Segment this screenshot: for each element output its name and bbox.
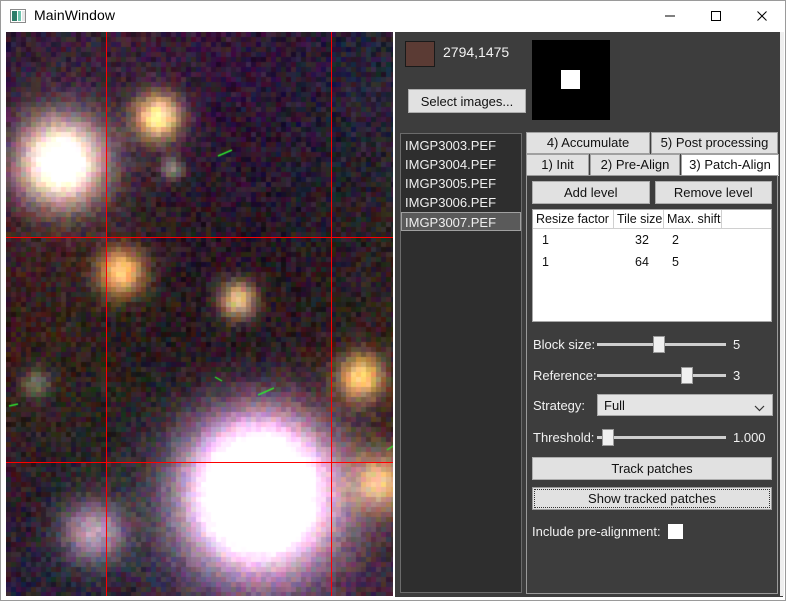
crosshair-vertical-1	[106, 32, 107, 596]
threshold-label: Threshold:	[533, 429, 595, 445]
table-row[interactable]: 1 32 2	[533, 229, 771, 251]
include-prealignment-row: Include pre-alignment:	[532, 521, 772, 541]
tab-row-top: 4) Accumulate 5) Post processing	[526, 132, 779, 154]
column-header-blank	[722, 210, 771, 228]
show-tracked-patches-button[interactable]: Show tracked patches	[532, 487, 772, 510]
cell-max-shift: 5	[672, 255, 679, 269]
list-item[interactable]: IMGP3005.PEF	[401, 174, 521, 193]
threshold-value: 1.000	[733, 429, 766, 445]
cell-tile-size: 64	[635, 255, 649, 269]
block-size-label: Block size:	[533, 336, 596, 352]
track-patches-button[interactable]: Track patches	[532, 457, 772, 480]
tab-patch-align[interactable]: 3) Patch-Align	[681, 154, 779, 176]
cell-tile-size: 32	[635, 233, 649, 247]
starfield-canvas	[6, 32, 393, 596]
column-header-max-shift: Max. shift	[664, 210, 722, 228]
picture-icon	[10, 9, 26, 23]
remove-level-button[interactable]: Remove level	[654, 181, 772, 204]
crosshair-horizontal-2	[6, 462, 393, 463]
column-header-tile-size: Tile size	[614, 210, 664, 228]
cursor-coordinates: 2794,1475	[443, 44, 510, 60]
table-header-row: Resize factor Tile size Max. shift	[533, 210, 771, 229]
add-level-button[interactable]: Add level	[532, 181, 650, 204]
select-images-button[interactable]: Select images...	[408, 89, 526, 113]
list-item[interactable]: IMGP3006.PEF	[401, 193, 521, 212]
list-item[interactable]: IMGP3003.PEF	[401, 136, 521, 155]
cell-resize-factor: 1	[542, 255, 549, 269]
reference-field: Reference: 3	[533, 364, 773, 386]
reference-slider[interactable]	[597, 366, 726, 384]
title-bar: MainWindow	[1, 1, 785, 31]
main-window: MainWindow 2794,1475 Select images... IM…	[0, 0, 786, 601]
tab-accumulate[interactable]: 4) Accumulate	[526, 132, 650, 154]
minimize-button[interactable]	[647, 1, 693, 31]
level-buttons: Add level Remove level	[532, 181, 772, 204]
maximize-button[interactable]	[693, 1, 739, 31]
control-panel: 2794,1475 Select images... IMGP3003.PEF …	[395, 32, 783, 597]
block-size-field: Block size: 5	[533, 333, 773, 355]
viewport-marker	[561, 70, 580, 89]
slider-track	[597, 436, 726, 439]
crosshair-horizontal-1	[6, 237, 393, 238]
reference-value: 3	[733, 367, 741, 383]
chevron-down-icon	[754, 400, 765, 415]
column-header-resize-factor: Resize factor	[533, 210, 614, 228]
list-item[interactable]: IMGP3004.PEF	[401, 155, 521, 174]
color-swatch	[405, 41, 435, 67]
crosshair-vertical-2	[331, 32, 332, 596]
navigation-thumbnail[interactable]	[532, 40, 610, 120]
close-button[interactable]	[739, 1, 785, 31]
tab-row-bottom: 1) Init 2) Pre-Align 3) Patch-Align	[526, 154, 780, 176]
workflow-tabs: 4) Accumulate 5) Post processing 1) Init…	[526, 132, 780, 594]
slider-track	[597, 374, 726, 377]
block-size-value: 5	[733, 336, 741, 352]
include-prealignment-label: Include pre-alignment:	[532, 523, 661, 539]
block-size-slider[interactable]	[597, 335, 726, 353]
patch-align-panel: Add level Remove level Resize factor Til…	[526, 175, 778, 594]
strategy-label: Strategy:	[533, 397, 586, 413]
table-row[interactable]: 1 64 5	[533, 251, 771, 273]
threshold-field: Threshold: 1.000	[533, 426, 773, 448]
cell-blank	[722, 251, 771, 273]
reference-label: Reference:	[533, 367, 597, 383]
window-controls	[647, 1, 785, 31]
tab-init[interactable]: 1) Init	[526, 154, 589, 176]
slider-handle[interactable]	[602, 429, 614, 446]
threshold-slider[interactable]	[597, 428, 726, 446]
file-list[interactable]: IMGP3003.PEF IMGP3004.PEF IMGP3005.PEF I…	[400, 133, 522, 593]
slider-handle[interactable]	[681, 367, 693, 384]
tab-post-processing[interactable]: 5) Post processing	[651, 132, 778, 154]
tab-pre-align[interactable]: 2) Pre-Align	[590, 154, 680, 176]
include-prealignment-checkbox[interactable]	[667, 523, 683, 539]
list-item-selected[interactable]: IMGP3007.PEF	[401, 212, 521, 231]
strategy-select[interactable]: Full	[597, 394, 773, 416]
window-title: MainWindow	[34, 7, 116, 23]
window-scrollbar[interactable]	[780, 32, 784, 596]
slider-handle[interactable]	[653, 336, 665, 353]
cell-max-shift: 2	[672, 233, 679, 247]
levels-table[interactable]: Resize factor Tile size Max. shift 1 32 …	[532, 209, 772, 322]
image-preview[interactable]	[6, 32, 393, 596]
strategy-value: Full	[604, 397, 625, 413]
cell-blank	[722, 229, 771, 251]
cell-resize-factor: 1	[542, 233, 549, 247]
